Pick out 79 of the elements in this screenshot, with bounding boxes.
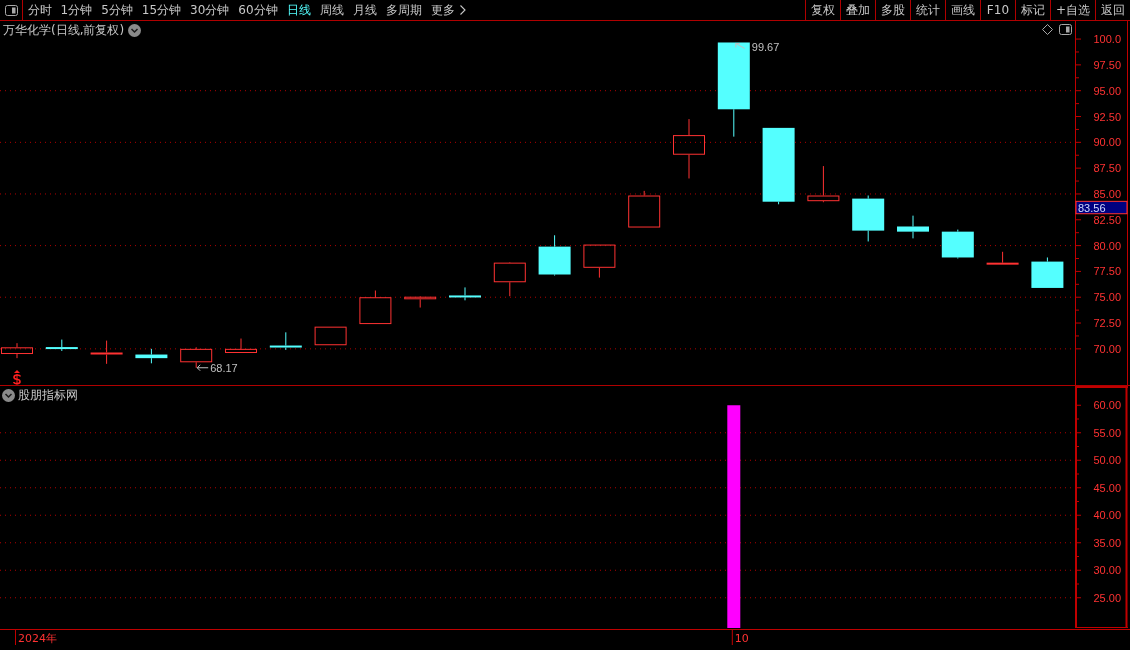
y-axis-label: 100.0 xyxy=(1093,33,1121,46)
y-axis-label: 95.00 xyxy=(1093,84,1121,97)
panel-icon[interactable] xyxy=(1059,24,1072,35)
y-axis-label: 82.50 xyxy=(1093,213,1121,226)
candlestick xyxy=(314,326,347,346)
chevron-down-icon[interactable] xyxy=(128,24,142,37)
y-axis-label: 40.00 xyxy=(1093,509,1121,522)
indicator-title: 股朋指标网 xyxy=(18,387,78,404)
y-axis-label: 70.00 xyxy=(1093,342,1121,355)
toolbar-button[interactable]: 复权 xyxy=(804,0,840,20)
y-axis-label: 90.00 xyxy=(1093,136,1121,149)
toolbar-button[interactable]: 统计 xyxy=(909,0,945,20)
y-axis-label: 55.00 xyxy=(1093,426,1121,439)
y-axis-label: 45.00 xyxy=(1093,481,1121,494)
y-axis-label: 77.50 xyxy=(1093,265,1121,278)
toolbar-button[interactable]: 返回 xyxy=(1095,0,1130,20)
toolbar-button[interactable]: 多股 xyxy=(874,0,910,20)
candlestick xyxy=(538,234,571,277)
toolbar-button[interactable]: 叠加 xyxy=(839,0,875,20)
candlestick xyxy=(897,215,929,239)
period-tab[interactable]: 多周期 xyxy=(381,0,427,20)
toolbar-button[interactable]: F10 xyxy=(979,0,1015,20)
period-tab[interactable]: 1分钟 xyxy=(56,0,97,20)
candlestick xyxy=(628,190,661,228)
candlestick xyxy=(1031,256,1064,288)
toolbar-button[interactable]: 标记 xyxy=(1014,0,1050,20)
y-axis-label: 35.00 xyxy=(1093,536,1121,549)
chart-title: 万华化学(日线,前复权) xyxy=(3,22,125,39)
period-tab[interactable]: 5分钟 xyxy=(96,0,138,20)
y-axis-label: 50.00 xyxy=(1093,454,1121,467)
period-tab[interactable]: 月线 xyxy=(348,0,382,20)
period-tab[interactable]: 日线 xyxy=(282,0,316,20)
toolbar-button[interactable]: 画线 xyxy=(944,0,980,20)
y-axis-label: 60.00 xyxy=(1093,399,1121,412)
candlestick xyxy=(493,261,526,297)
candlestick xyxy=(852,195,885,242)
diamond-icon[interactable] xyxy=(1042,24,1053,35)
y-axis-label: 92.50 xyxy=(1093,110,1121,123)
y-axis-label: 87.50 xyxy=(1093,162,1121,175)
y-axis-label: 30.00 xyxy=(1093,564,1121,577)
candlestick xyxy=(135,348,168,364)
period-tab[interactable]: 更多 xyxy=(426,0,471,20)
arrow-left-icon xyxy=(196,364,209,372)
candlestick xyxy=(449,286,481,301)
date-label: 10 xyxy=(734,632,749,645)
period-tab[interactable]: 分时 xyxy=(23,0,56,20)
period-tab[interactable]: 60分钟 xyxy=(233,0,283,20)
high-price-label: 99.67 xyxy=(751,41,780,54)
candlestick xyxy=(404,295,437,309)
toolbar-button[interactable]: +自选 xyxy=(1049,0,1095,20)
candlestick xyxy=(359,290,392,325)
candlestick xyxy=(180,346,213,369)
candlestick xyxy=(45,339,78,352)
candlestick xyxy=(807,165,840,203)
candlestick xyxy=(90,340,123,365)
low-price-label: 68.17 xyxy=(210,361,238,374)
candlestick xyxy=(225,338,257,353)
chevron-right-icon xyxy=(459,5,466,15)
y-axis-label: 75.00 xyxy=(1093,291,1121,304)
y-axis-label: 85.00 xyxy=(1093,187,1121,200)
chevron-down-icon[interactable] xyxy=(2,389,15,402)
price-tag: 83.56 xyxy=(1075,200,1128,215)
candlestick xyxy=(986,251,1019,265)
y-axis-label: 72.50 xyxy=(1093,317,1121,330)
panel-icon xyxy=(4,4,18,16)
dollar-sign-icon xyxy=(13,370,21,385)
arrow-up-left-icon xyxy=(735,43,746,49)
y-axis-label: 25.00 xyxy=(1093,591,1121,604)
y-axis-label: 80.00 xyxy=(1093,239,1121,252)
y-axis-label: 97.50 xyxy=(1093,58,1121,71)
period-tab[interactable]: 30分钟 xyxy=(185,0,234,20)
candlestick xyxy=(941,229,974,259)
candlestick xyxy=(1,342,33,359)
candlestick xyxy=(673,118,705,179)
period-tab[interactable]: 15分钟 xyxy=(137,0,186,20)
period-tab[interactable]: 周线 xyxy=(315,0,349,20)
candlestick xyxy=(583,244,616,279)
candlestick xyxy=(269,331,302,351)
date-label: 2024年 xyxy=(18,632,57,645)
